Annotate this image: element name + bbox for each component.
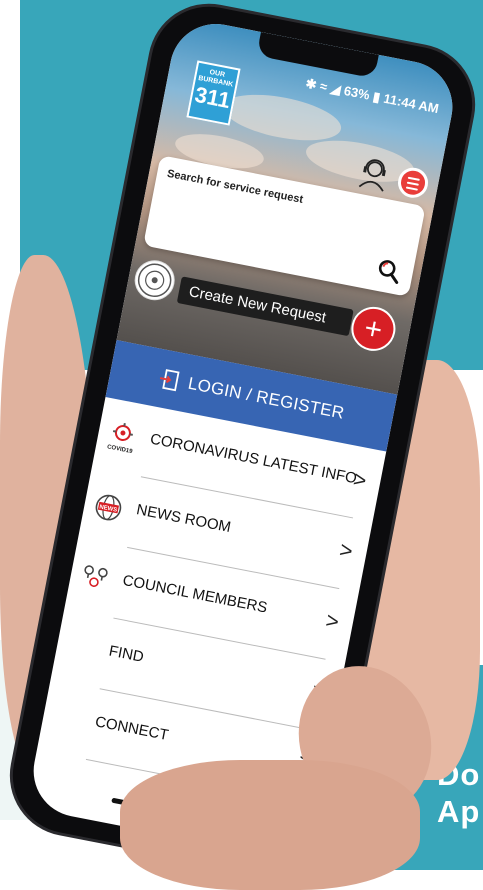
chevron-right-icon: >: [323, 607, 342, 635]
wifi-icon: ≈: [318, 78, 329, 95]
logo-number: 311: [192, 81, 233, 114]
covid-icon: COVID19: [107, 422, 134, 455]
council-icon: [84, 565, 108, 587]
search-icon[interactable]: [375, 257, 403, 285]
menu-item-label: COUNCIL MEMBERS: [121, 571, 269, 617]
cloud: [219, 86, 345, 149]
hand-palm: [120, 760, 420, 890]
chevron-right-icon: >: [337, 536, 355, 564]
menu-item-label: NEWS ROOM: [134, 501, 233, 537]
bluetooth-icon: ✱: [304, 75, 318, 93]
signal-icon: ◢: [329, 80, 342, 98]
menu-item-label: CONNECT: [93, 713, 170, 745]
login-register-label: LOGIN / REGISTER: [186, 373, 346, 423]
battery-icon: ▮: [371, 88, 382, 105]
news-globe-icon: NEWS: [95, 494, 122, 521]
covid-badge-text: COVID19: [107, 444, 134, 455]
menu-item-label: FIND: [107, 642, 146, 666]
support-agent-icon[interactable]: [354, 153, 394, 193]
promo-line-2: Ap: [437, 794, 481, 829]
login-door-icon: [159, 369, 180, 392]
